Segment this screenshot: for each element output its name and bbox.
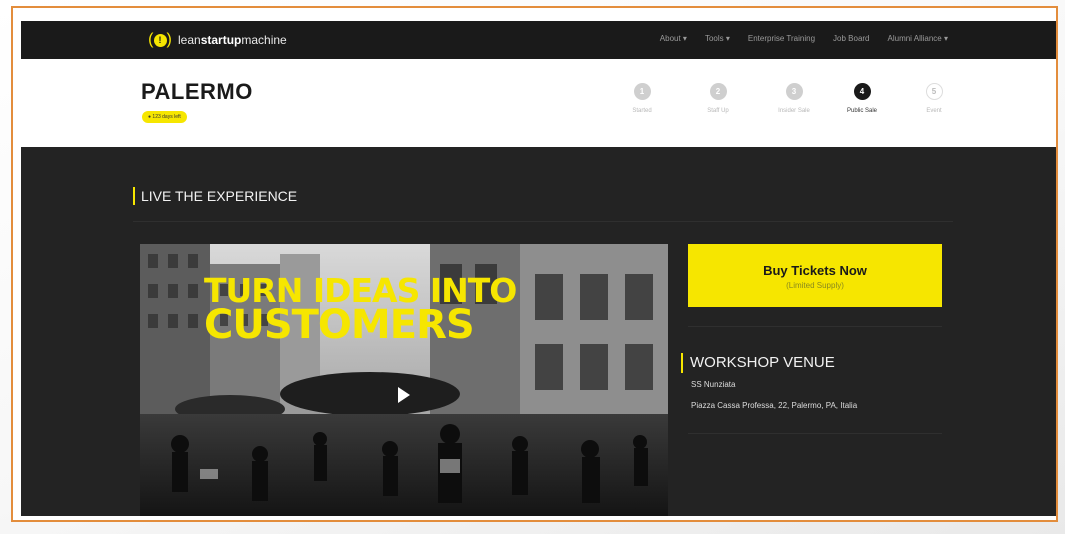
nav-menu: About ▾ Tools ▾ Enterprise Training Job … xyxy=(660,34,948,43)
video-headline: TURN IDEAS INTO CUSTOMERS xyxy=(204,274,517,348)
step-number: 2 xyxy=(709,83,727,100)
city-header: PALERMO ● 123 days left 1 Started 2 Staf… xyxy=(21,59,1056,147)
divider xyxy=(133,221,953,222)
step-label: Staff Up xyxy=(707,108,729,114)
venue-address: Piazza Cassa Professa, 22, Palermo, PA, … xyxy=(691,401,858,410)
venue-title: WORKSHOP VENUE xyxy=(681,353,835,373)
lightbulb-icon: (!) xyxy=(148,31,172,48)
nav-link-alumni-alliance[interactable]: Alumni Alliance ▾ xyxy=(888,34,949,43)
play-icon[interactable] xyxy=(398,387,410,403)
divider xyxy=(688,433,942,434)
video-player[interactable]: TURN IDEAS INTO CUSTOMERS xyxy=(140,244,668,516)
step-number: 3 xyxy=(785,83,803,100)
nav-link-about[interactable]: About ▾ xyxy=(660,34,687,43)
nav-link-enterprise-training[interactable]: Enterprise Training xyxy=(748,34,815,43)
top-navigation: (!) lean startup machine About ▾ Tools ▾ E… xyxy=(21,21,1056,60)
logo-suffix: machine xyxy=(241,33,287,47)
logo-bold: startup xyxy=(200,33,242,47)
section-title: LIVE THE EXPERIENCE xyxy=(133,187,297,205)
step-staff-up: 2 Staff Up xyxy=(693,83,743,114)
status-badge: ● 123 days left xyxy=(142,111,187,123)
progress-steps: 1 Started 2 Staff Up 3 Insider Sale 4 Pu… xyxy=(617,83,962,143)
step-number: 1 xyxy=(633,83,651,100)
step-insider-sale: 3 Insider Sale xyxy=(769,83,819,114)
buy-tickets-sublabel: (Limited Supply) xyxy=(786,281,844,290)
divider xyxy=(688,326,942,327)
step-label: Started xyxy=(632,108,652,114)
venue-name: SS Nunziata xyxy=(691,380,736,389)
nav-link-job-board[interactable]: Job Board xyxy=(833,34,869,43)
website-screenshot: (!) lean startup machine About ▾ Tools ▾ E… xyxy=(21,21,1056,516)
step-started: 1 Started xyxy=(617,83,667,114)
step-number: 5 xyxy=(925,83,943,100)
buy-tickets-button[interactable]: Buy Tickets Now (Limited Supply) xyxy=(688,244,942,307)
step-event: 5 Event xyxy=(909,83,959,114)
site-logo[interactable]: (!) lean startup machine xyxy=(147,31,287,49)
page-title: PALERMO xyxy=(141,79,253,104)
nav-link-tools[interactable]: Tools ▾ xyxy=(705,34,730,43)
step-label: Public Sale xyxy=(846,108,878,114)
logo-prefix: lean xyxy=(178,33,201,47)
step-number: 4 xyxy=(853,83,871,100)
step-label: Insider Sale xyxy=(778,108,810,114)
video-headline-line2: CUSTOMERS xyxy=(204,302,475,348)
step-public-sale: 4 Public Sale xyxy=(837,83,887,114)
buy-tickets-label: Buy Tickets Now xyxy=(763,263,867,278)
step-label: Event xyxy=(926,108,942,114)
